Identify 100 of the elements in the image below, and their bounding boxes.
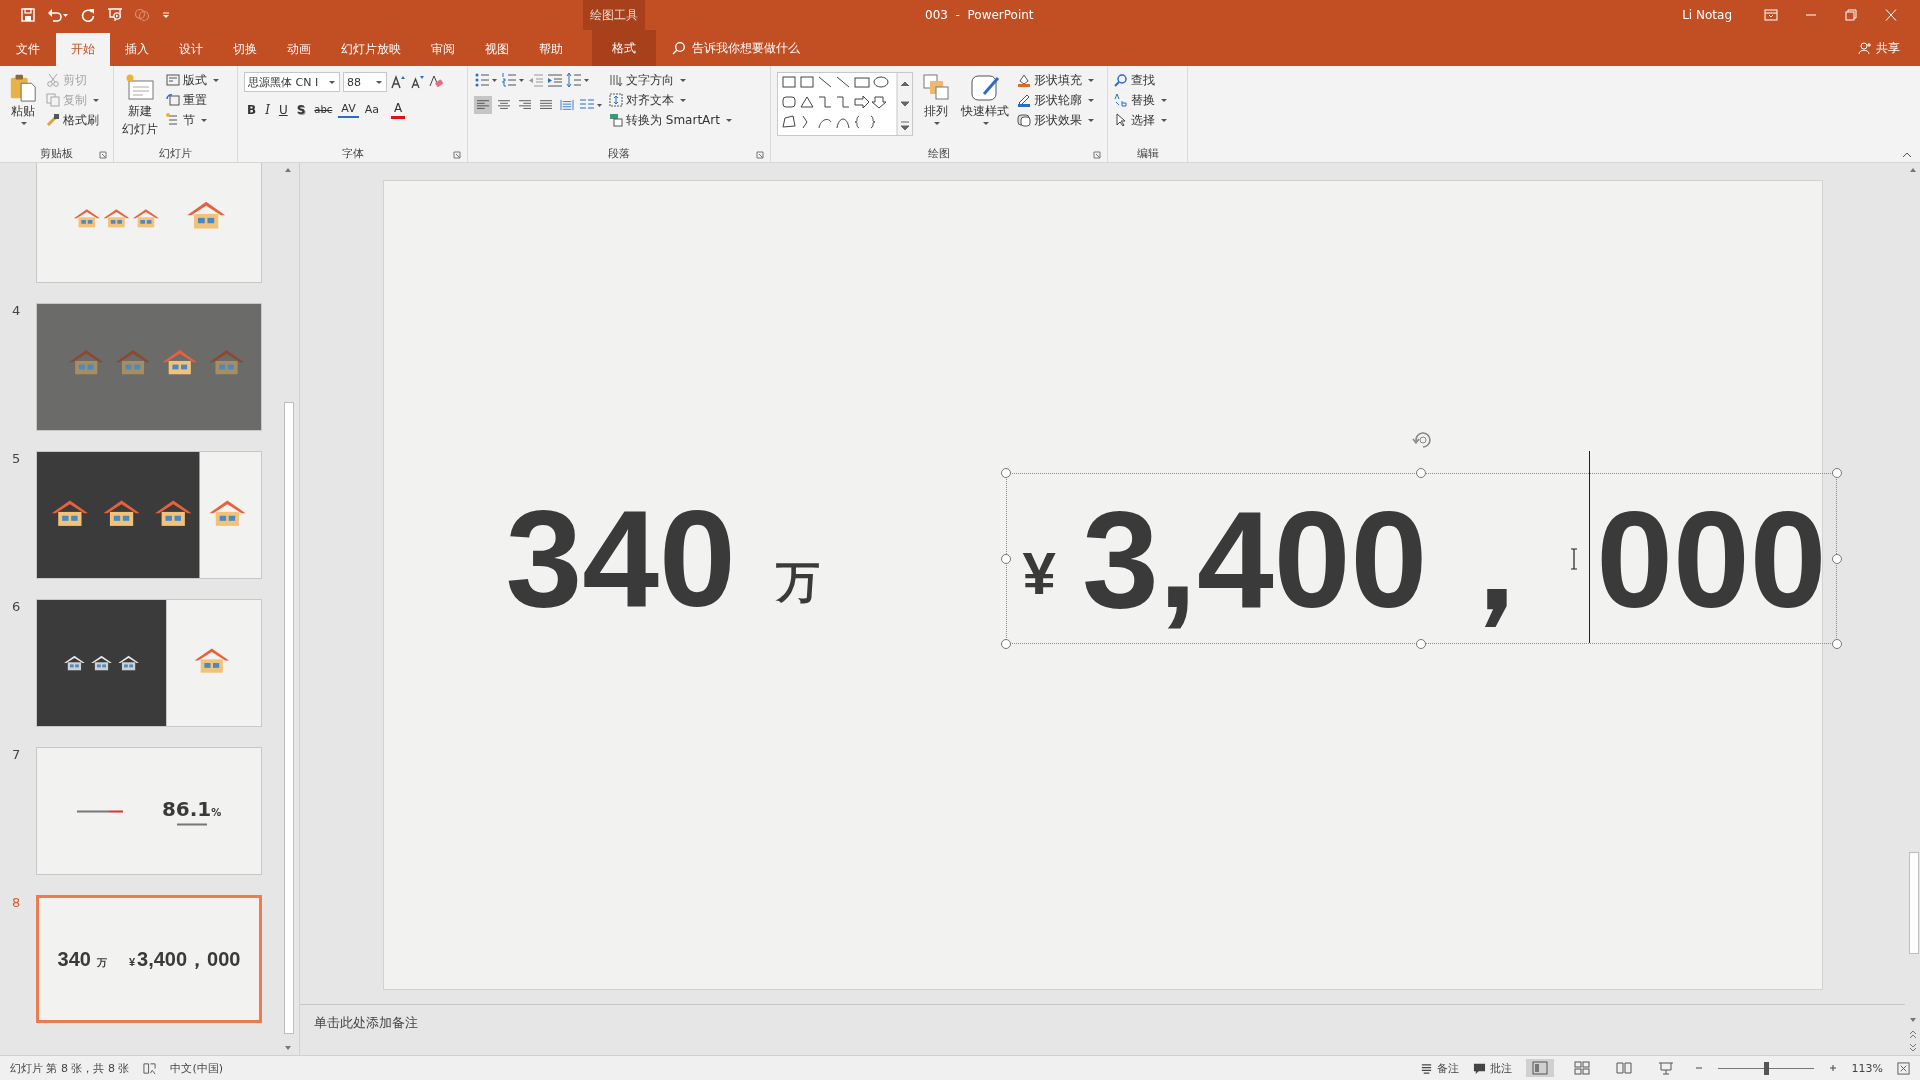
slide-thumbnail[interactable]: 340 万 ¥3,400，000 — [36, 895, 262, 1023]
replace-icon — [1114, 93, 1128, 107]
editing-command[interactable]: 替换 — [1114, 92, 1168, 108]
editing-command[interactable]: 选择 — [1114, 112, 1168, 128]
zoom-slider[interactable] — [1764, 1061, 1770, 1075]
save-icon[interactable] — [20, 7, 36, 23]
shape-format-command[interactable]: 形状轮廓 — [1017, 92, 1095, 108]
align-left-button[interactable] — [474, 96, 492, 114]
scroll-thumb[interactable] — [284, 402, 294, 1034]
paragraph-command[interactable]: 对齐文本 — [609, 92, 733, 108]
rotate-handle-icon[interactable] — [1411, 429, 1434, 451]
resize-handle[interactable] — [1000, 553, 1011, 564]
scroll-thumb[interactable] — [1908, 852, 1919, 954]
ribbon-tab[interactable]: 帮助 — [524, 33, 578, 66]
customize-icon[interactable] — [161, 10, 171, 20]
slide-command[interactable]: 节 — [166, 112, 220, 128]
shape-effects-icon — [1017, 113, 1031, 127]
zoom-in-icon[interactable] — [1827, 1063, 1838, 1073]
restore-icon[interactable] — [1844, 9, 1858, 21]
line-spacing-icon[interactable] — [566, 72, 590, 88]
previous-slide-icon[interactable] — [1907, 1029, 1918, 1039]
undo-icon[interactable] — [47, 7, 69, 23]
close-icon[interactable] — [1884, 9, 1898, 21]
font-size-field[interactable]: 88 — [343, 72, 387, 92]
ribbon-tab[interactable]: 开始 — [56, 33, 110, 66]
shape-format-command[interactable]: 形状效果 — [1017, 112, 1095, 128]
arrange-button[interactable]: 排列 — [919, 72, 953, 144]
font-style-button[interactable]: I — [262, 101, 273, 118]
slide-thumbnail[interactable] — [36, 303, 262, 431]
dialog-launcher-icon[interactable] — [1093, 151, 1101, 159]
resize-handle[interactable] — [1416, 468, 1426, 478]
clipboard-command[interactable]: 格式刷 — [46, 112, 100, 128]
share-button[interactable]: 共享 — [1858, 30, 1920, 66]
shrink-font-icon[interactable] — [409, 74, 425, 90]
ribbon-tab[interactable]: 格式 — [592, 30, 656, 66]
decrease-indent-icon[interactable] — [528, 72, 544, 88]
font-style-button[interactable]: Aa — [361, 102, 382, 117]
font-style-button[interactable]: abc — [311, 103, 336, 116]
paragraph-command[interactable]: 转换为 SmartArt — [609, 112, 733, 128]
slide-command[interactable]: 重置 — [166, 92, 220, 108]
resize-handle[interactable] — [1831, 468, 1842, 478]
ribbon-tab[interactable]: 动画 — [272, 33, 326, 66]
font-style-button[interactable]: AV — [338, 101, 359, 118]
next-slide-icon[interactable] — [1907, 1043, 1918, 1053]
ribbon-tab[interactable]: 设计 — [164, 33, 218, 66]
spelling-icon[interactable] — [143, 1061, 157, 1075]
slide-number: 4 — [12, 303, 21, 318]
clear-formatting-icon[interactable] — [428, 74, 444, 90]
paragraph-command[interactable]: 文字方向 — [609, 72, 733, 88]
font-style-button[interactable]: A — [390, 100, 406, 119]
dropdown-caret-icon — [679, 97, 687, 103]
resize-handle[interactable] — [1831, 553, 1842, 564]
bullets-icon[interactable] — [474, 72, 498, 88]
comments-button[interactable]: 批注 — [1472, 1060, 1512, 1076]
dialog-launcher-icon[interactable] — [756, 151, 764, 159]
font-style-button[interactable]: S — [293, 101, 309, 118]
resize-handle[interactable] — [1416, 639, 1426, 649]
notes-button[interactable]: 备注 — [1419, 1060, 1459, 1076]
user-name[interactable]: Li Notag — [1682, 8, 1732, 22]
ribbon-tab[interactable]: 插入 — [110, 33, 164, 66]
slide-thumbnail[interactable] — [36, 451, 262, 579]
dialog-launcher-icon[interactable] — [99, 151, 107, 159]
smartart-icon — [609, 113, 623, 127]
normal-view-icon[interactable] — [1525, 1059, 1554, 1077]
font-name-field[interactable]: 思源黑体 CN I — [244, 72, 340, 92]
redo-icon[interactable] — [80, 7, 96, 23]
resize-handle[interactable] — [1831, 639, 1842, 649]
collapse-ribbon-icon[interactable] — [1902, 152, 1912, 158]
context-tools-label: 绘图工具 — [583, 0, 645, 30]
editing-command[interactable]: 查找 — [1114, 72, 1168, 88]
ribbon-tab[interactable]: 视图 — [470, 33, 524, 66]
shapes-gallery-drawing[interactable] — [777, 72, 913, 136]
slide-thumbnail[interactable] — [36, 163, 262, 283]
slide-thumbnail[interactable] — [36, 599, 262, 727]
presentation-icon[interactable] — [107, 7, 123, 23]
ribbon-tab[interactable]: 审阅 — [416, 33, 470, 66]
grow-font-icon[interactable] — [390, 74, 406, 90]
resize-handle[interactable] — [1000, 639, 1011, 649]
dialog-launcher-icon[interactable] — [453, 151, 461, 159]
ribbon-tab[interactable]: 文件 — [4, 33, 56, 66]
ribbon-tab[interactable]: 幻灯片放映 — [326, 33, 416, 66]
paste-button[interactable]: 粘贴 — [6, 72, 40, 144]
increase-indent-icon[interactable] — [547, 72, 563, 88]
tell-me-field[interactable]: 告诉我你想要做什么 — [672, 30, 800, 66]
language-text[interactable]: 中文(中国) — [170, 1060, 224, 1076]
numbering-icon[interactable] — [501, 72, 525, 88]
text-direction-icon — [609, 73, 623, 87]
font-style-button[interactable]: B — [244, 101, 260, 118]
group-label: 字体 — [341, 145, 364, 161]
resize-handle[interactable] — [1000, 468, 1011, 478]
slide-thumbnail[interactable]: 86.1% — [36, 747, 262, 875]
ribbon-display-icon[interactable] — [1764, 9, 1778, 21]
slide-command[interactable]: 版式 — [166, 72, 220, 88]
ribbon-tab[interactable]: 切换 — [218, 33, 272, 66]
font-style-button[interactable]: U — [275, 101, 291, 118]
fit-to-window-icon[interactable] — [1897, 1061, 1910, 1075]
zoom-percent[interactable]: 113% — [1851, 1061, 1883, 1075]
quick-styles-button[interactable]: 快速样式 — [959, 72, 1011, 144]
shape-format-command[interactable]: 形状填充 — [1017, 72, 1095, 88]
new-slide-button[interactable]: 新建 幻灯片 — [120, 72, 160, 144]
